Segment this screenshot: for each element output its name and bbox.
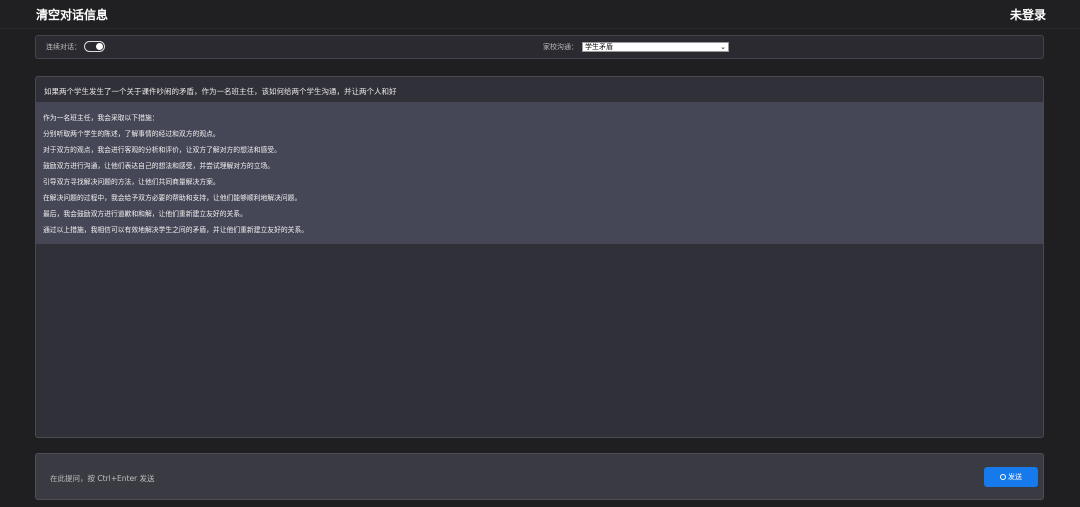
settings-bar: 连续对话： 家校沟通： 学生矛盾 ⌄ xyxy=(35,35,1044,59)
answer-line: 鼓励双方进行沟通，让他们表达自己的想法和感受，并尝试理解对方的立场。 xyxy=(43,162,275,170)
answer-line: 引导双方寻找解决问题的方法，让他们共同商量解决方案。 xyxy=(43,178,220,186)
toggle-knob xyxy=(96,43,103,50)
clear-conversation-button[interactable]: 清空对话信息 xyxy=(36,6,108,23)
answer-line: 通过以上措施，我相信可以有效地解决学生之间的矛盾，并让他们重新建立友好的关系。 xyxy=(43,226,309,234)
communication-type-select[interactable]: 学生矛盾 ⌄ xyxy=(582,42,729,52)
select-value: 学生矛盾 xyxy=(585,43,613,51)
top-bar: 清空对话信息 未登录 xyxy=(0,0,1080,29)
chat-panel: 如果两个学生发生了一个关于课件吵闹的矛盾，作为一名班主任，该如何给两个学生沟通，… xyxy=(35,76,1044,438)
answer-line: 作为一名班主任，我会采取以下措施： xyxy=(43,114,159,122)
communication-type-label: 家校沟通： xyxy=(543,43,578,51)
answer-line: 在解决问题的过程中，我会给予双方必要的帮助和支持，让他们能够顺利地解决问题。 xyxy=(43,194,302,202)
send-icon xyxy=(1000,474,1006,480)
input-panel: 发送 xyxy=(35,453,1044,500)
continuous-chat-toggle[interactable] xyxy=(84,41,105,52)
send-label: 发送 xyxy=(1008,473,1022,481)
answer-line: 对于双方的观点，我会进行客观的分析和评价，让双方了解对方的想法和感受。 xyxy=(43,146,281,154)
answer-line: 分别听取两个学生的陈述，了解事情的经过和双方的观点。 xyxy=(43,130,220,138)
answer-line: 最后，我会鼓励双方进行道歉和和解，让他们重新建立友好的关系。 xyxy=(43,210,247,218)
assistant-answer: 作为一名班主任，我会采取以下措施： 分别听取两个学生的陈述，了解事情的经过和双方… xyxy=(36,102,1043,244)
chevron-down-icon: ⌄ xyxy=(720,43,726,51)
question-input[interactable] xyxy=(48,470,752,486)
send-button[interactable]: 发送 xyxy=(984,467,1038,487)
login-status-link[interactable]: 未登录 xyxy=(1010,6,1046,23)
continuous-chat-label: 连续对话： xyxy=(46,43,81,51)
user-question: 如果两个学生发生了一个关于课件吵闹的矛盾，作为一名班主任，该如何给两个学生沟通，… xyxy=(44,87,397,96)
